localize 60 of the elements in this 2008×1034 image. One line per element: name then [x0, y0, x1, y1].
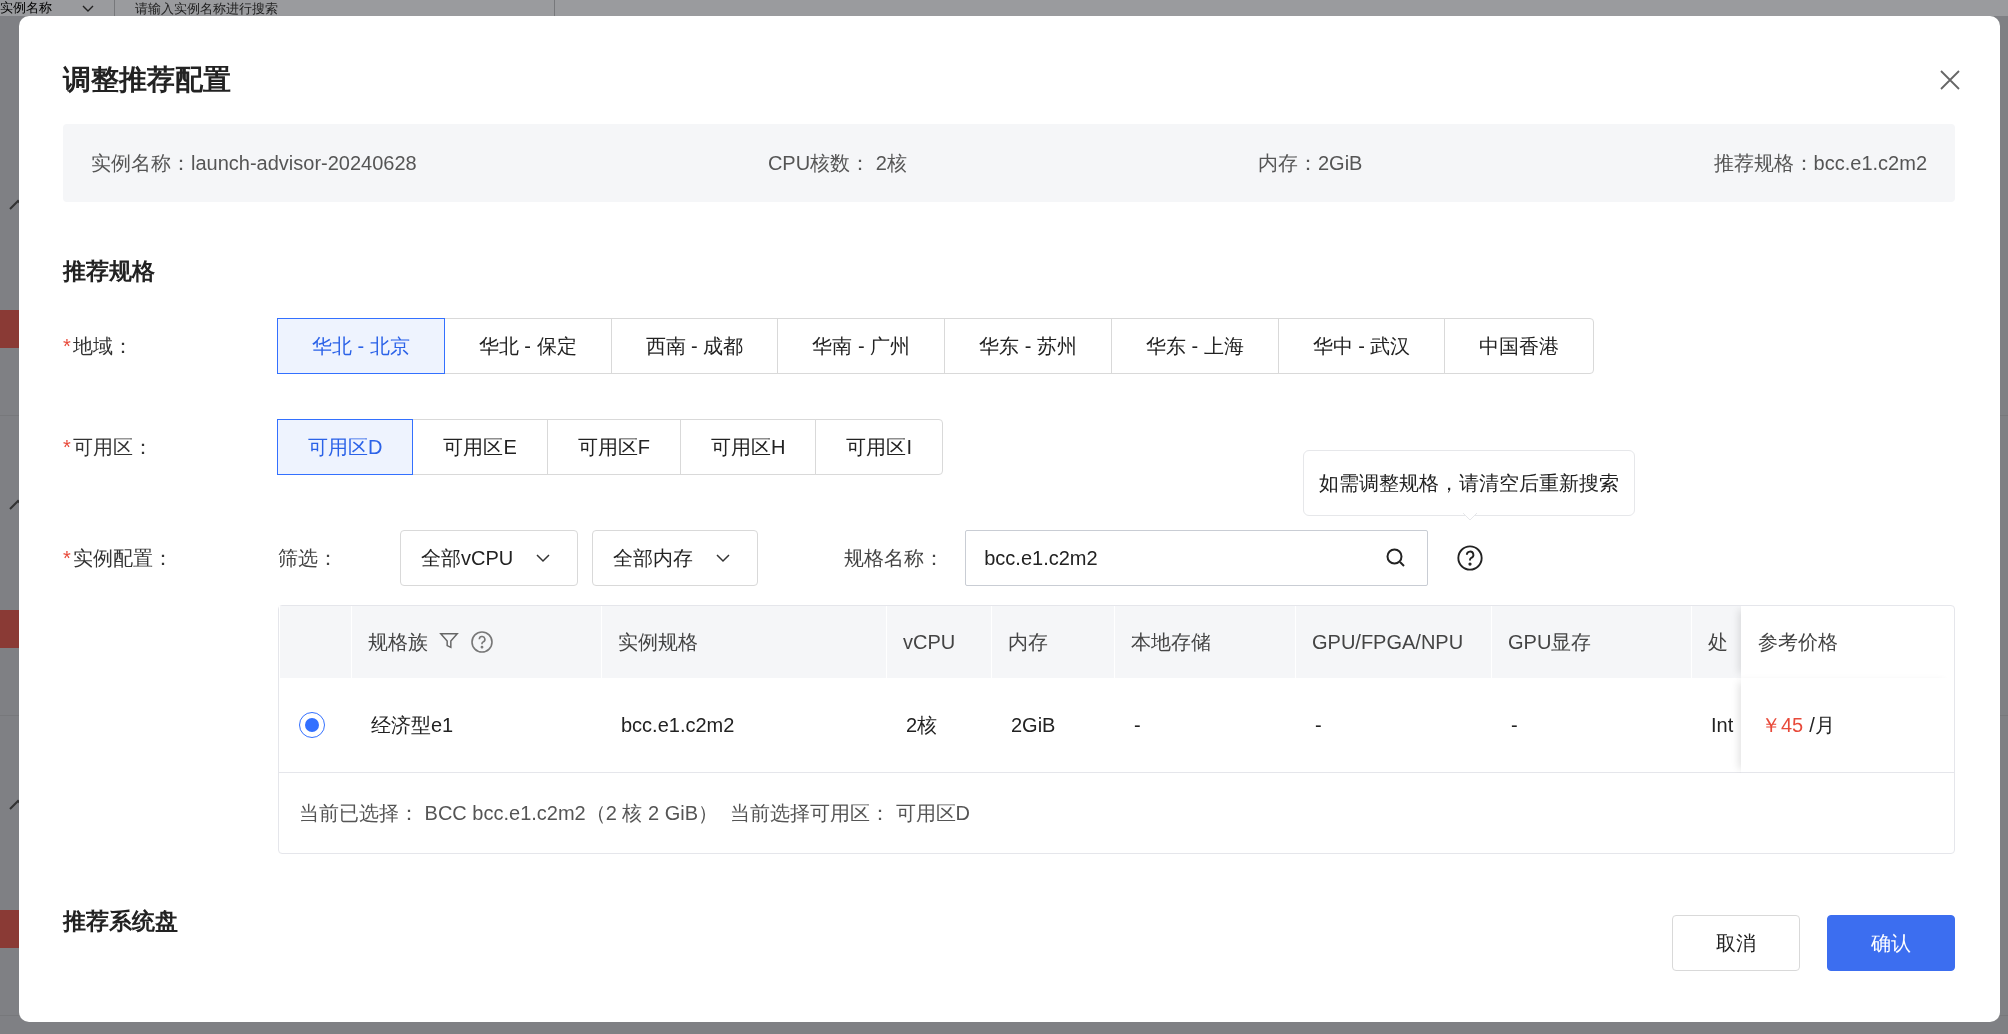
summary-text: CPU核数： 2核: [767, 150, 907, 176]
filter-icon[interactable]: [438, 630, 460, 652]
selection-summary: 当前已选择： BCC bcc.e1.c2m2（2 核 2 GiB）: [299, 800, 718, 826]
option-button[interactable]: 华中 - 武汉: [1277, 318, 1446, 374]
option-button[interactable]: 华东 - 苏州: [944, 318, 1112, 374]
option-button[interactable]: 华东 - 上海: [1110, 318, 1279, 374]
option-button[interactable]: 华北 - 保定: [443, 318, 612, 374]
option-button[interactable]: 可用区F: [546, 419, 681, 475]
tooltip-arrow: [1463, 513, 1477, 521]
option-button[interactable]: 中国香港: [1444, 318, 1595, 374]
option-button[interactable]: 华北 - 北京: [277, 318, 445, 374]
column-header: GPU显存: [1508, 629, 1592, 655]
confirm-button[interactable]: 确认: [1827, 915, 1955, 971]
spec-search-field[interactable]: bcc.e1.c2m2: [965, 530, 1429, 586]
column-header: 实例规格: [618, 629, 698, 655]
cancel-button[interactable]: 取消: [1672, 915, 1800, 971]
price-text: ￥45: [1761, 712, 1804, 738]
required-mark: *: [63, 546, 71, 570]
required-mark: *: [63, 334, 71, 358]
summary-text: 推荐规格：bcc.e1.c2m2: [1713, 150, 1927, 176]
filter-dropdown[interactable]: 全部内存: [592, 530, 759, 586]
field-label: 可用区：: [72, 434, 153, 460]
table-cell: 经济型e1: [351, 678, 601, 773]
close-icon[interactable]: [1939, 69, 1961, 91]
option-button[interactable]: 西南 - 成都: [610, 318, 779, 374]
table-cell: -: [1295, 678, 1491, 773]
required-mark: *: [63, 435, 71, 459]
summary-text: 内存：2GiB: [1257, 150, 1363, 176]
column-header: GPU/FPGA/NPU: [1312, 630, 1464, 654]
section-heading: 推荐系统盘: [63, 907, 178, 936]
field-label: 筛选：: [278, 545, 339, 571]
radio-button[interactable]: [299, 712, 325, 738]
table-cell: 2GiB: [991, 678, 1114, 773]
field-label: 地域：: [72, 333, 133, 359]
help-icon[interactable]: [1456, 544, 1485, 572]
dialog-title: 调整推荐配置: [63, 63, 231, 97]
option-button[interactable]: 可用区E: [412, 419, 548, 475]
field-label: 实例配置：: [72, 545, 173, 571]
table-cell: bcc.e1.c2m2: [601, 678, 886, 773]
column-header: vCPU: [903, 630, 956, 654]
table-cell: 2核: [886, 678, 991, 773]
summary-text: 实例名称：launch-advisor-20240628: [91, 150, 417, 176]
selection-summary: 当前选择可用区： 可用区D: [730, 800, 970, 826]
tooltip: 如需调整规格，请清空后重新搜索: [1303, 450, 1635, 516]
table-cell: -: [1114, 678, 1295, 773]
option-button[interactable]: 可用区I: [815, 419, 944, 475]
price-unit: /月: [1809, 712, 1835, 738]
column-header: 处: [1708, 629, 1728, 655]
section-heading: 推荐规格: [63, 257, 156, 286]
chevron-down-icon: [82, 4, 94, 12]
field-label: 规格名称：: [844, 545, 946, 571]
table-cell: -: [1491, 678, 1691, 773]
column-header: 内存: [1008, 629, 1048, 655]
column-header: 本地存储: [1131, 629, 1211, 655]
column-header: 参考价格: [1758, 629, 1838, 655]
filter-dropdown[interactable]: 全部vCPU: [400, 530, 579, 586]
column-header: 规格族: [368, 629, 428, 655]
option-button[interactable]: 华南 - 广州: [777, 318, 946, 374]
option-button[interactable]: 可用区H: [680, 419, 817, 475]
option-button[interactable]: 可用区D: [277, 419, 414, 475]
